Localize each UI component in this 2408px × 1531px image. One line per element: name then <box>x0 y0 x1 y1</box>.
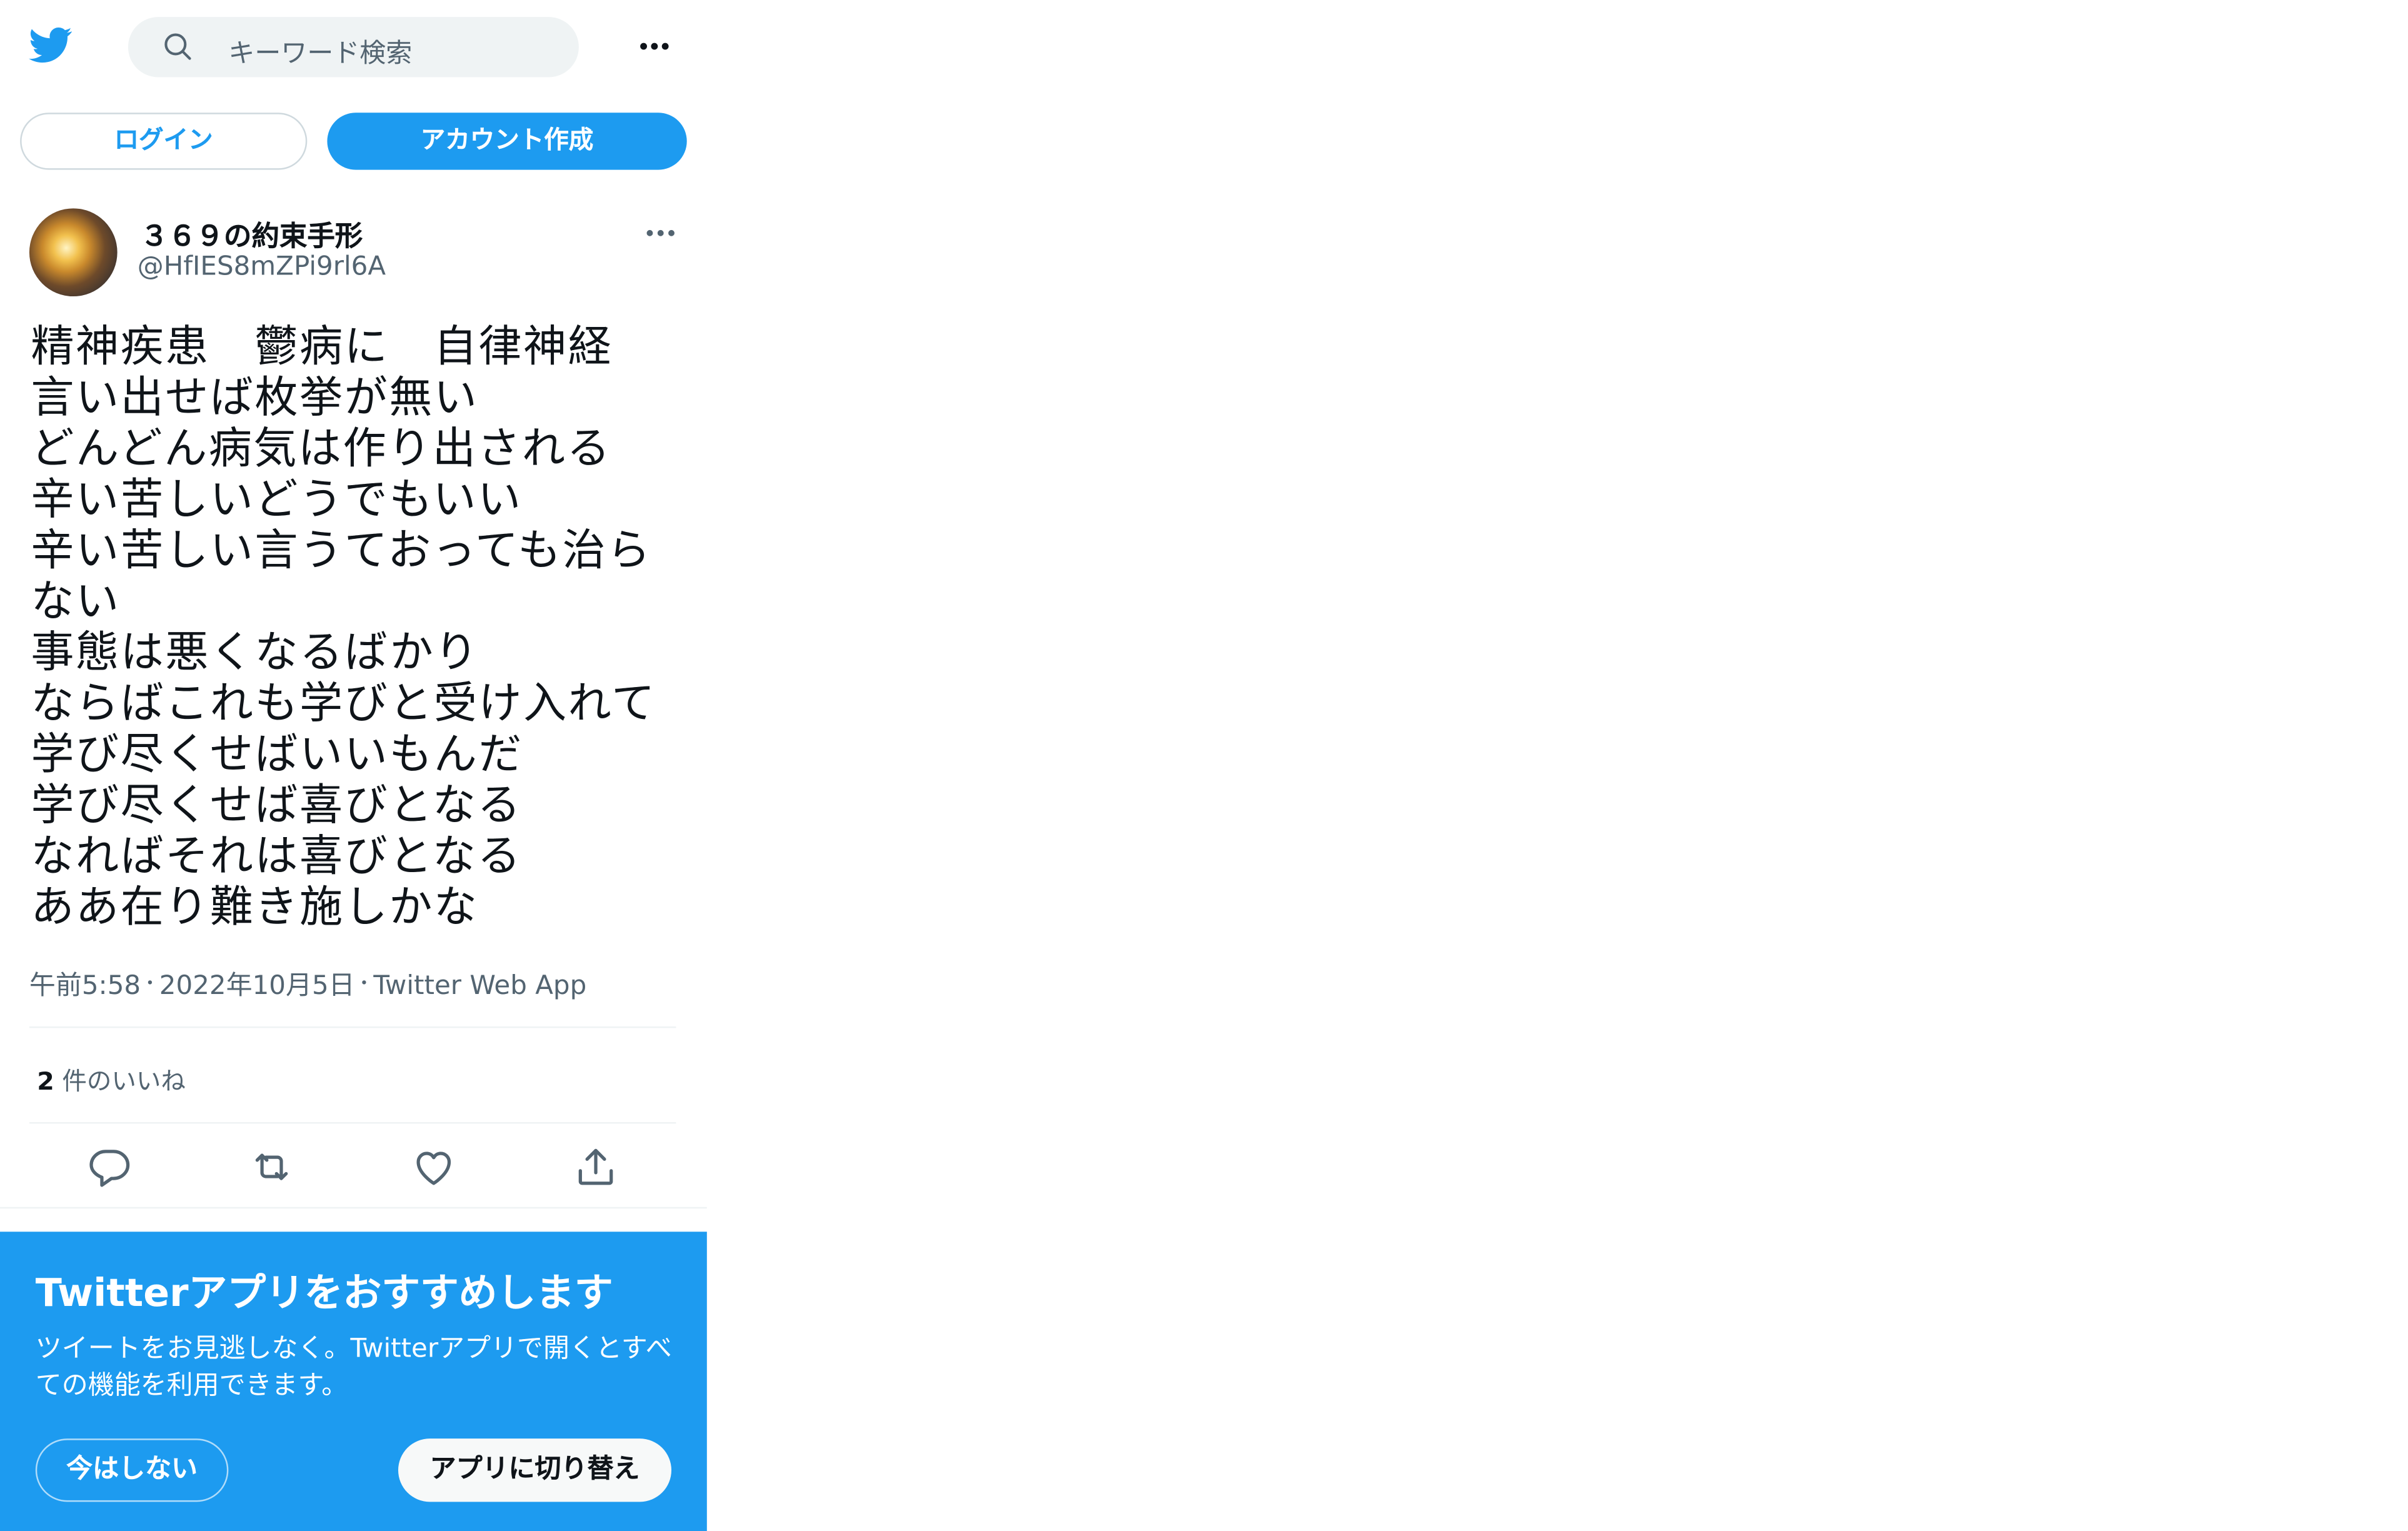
divider <box>0 1207 707 1209</box>
meta-separator: ・ <box>141 972 159 995</box>
tweet-date[interactable]: 2022年10月5日 <box>159 971 355 1001</box>
share-icon[interactable] <box>573 1144 619 1190</box>
like-icon[interactable] <box>411 1144 457 1190</box>
tweet-text: 精神疾患 鬱病に 自律神経 言い出せば枚挙が無い どんどん病気は作り出される 辛… <box>31 321 656 933</box>
more-menu-icon[interactable] <box>638 31 671 61</box>
twitter-logo-icon[interactable] <box>28 23 74 66</box>
user-handle[interactable]: @HfIES8mZPi9rl6A <box>138 251 386 282</box>
likes-count[interactable]: 2 件のいいね <box>37 1060 186 1097</box>
retweet-icon[interactable] <box>249 1144 295 1190</box>
promo-title: Twitterアプリをおすすめします <box>35 1270 613 1315</box>
tweet-more-icon[interactable] <box>644 218 678 248</box>
app-promo-banner: Twitterアプリをおすすめします ツイートをお見逃しなく。Twitterアプ… <box>0 1232 707 1531</box>
search-bar[interactable]: キーワード検索 <box>128 17 579 78</box>
divider <box>29 1026 676 1028</box>
likes-label: 件のいいね <box>62 1067 186 1096</box>
avatar[interactable] <box>29 208 118 297</box>
login-button[interactable]: ログイン <box>20 113 308 170</box>
promo-body: ツイートをお見逃しなく。Twitterアプリで開くとすべての機能を利用できます。 <box>35 1333 672 1402</box>
meta-separator: ・ <box>354 972 374 995</box>
reply-icon[interactable] <box>86 1144 133 1190</box>
search-input[interactable]: キーワード検索 <box>228 31 412 69</box>
create-account-button[interactable]: アカウント作成 <box>327 113 687 170</box>
tweet-source[interactable]: Twitter Web App <box>373 971 586 1001</box>
search-icon <box>162 31 193 61</box>
tweet-time[interactable]: 午前5:58 <box>29 971 141 1001</box>
tweet-meta: 午前5:58・2022年10月5日・Twitter Web App <box>29 963 586 1001</box>
switch-to-app-button[interactable]: アプリに切り替え <box>398 1438 672 1502</box>
not-now-button[interactable]: 今はしない <box>35 1438 229 1502</box>
display-name[interactable]: ３６９の約束手形 <box>141 214 363 254</box>
likes-number: 2 <box>37 1067 54 1096</box>
divider <box>29 1122 676 1124</box>
